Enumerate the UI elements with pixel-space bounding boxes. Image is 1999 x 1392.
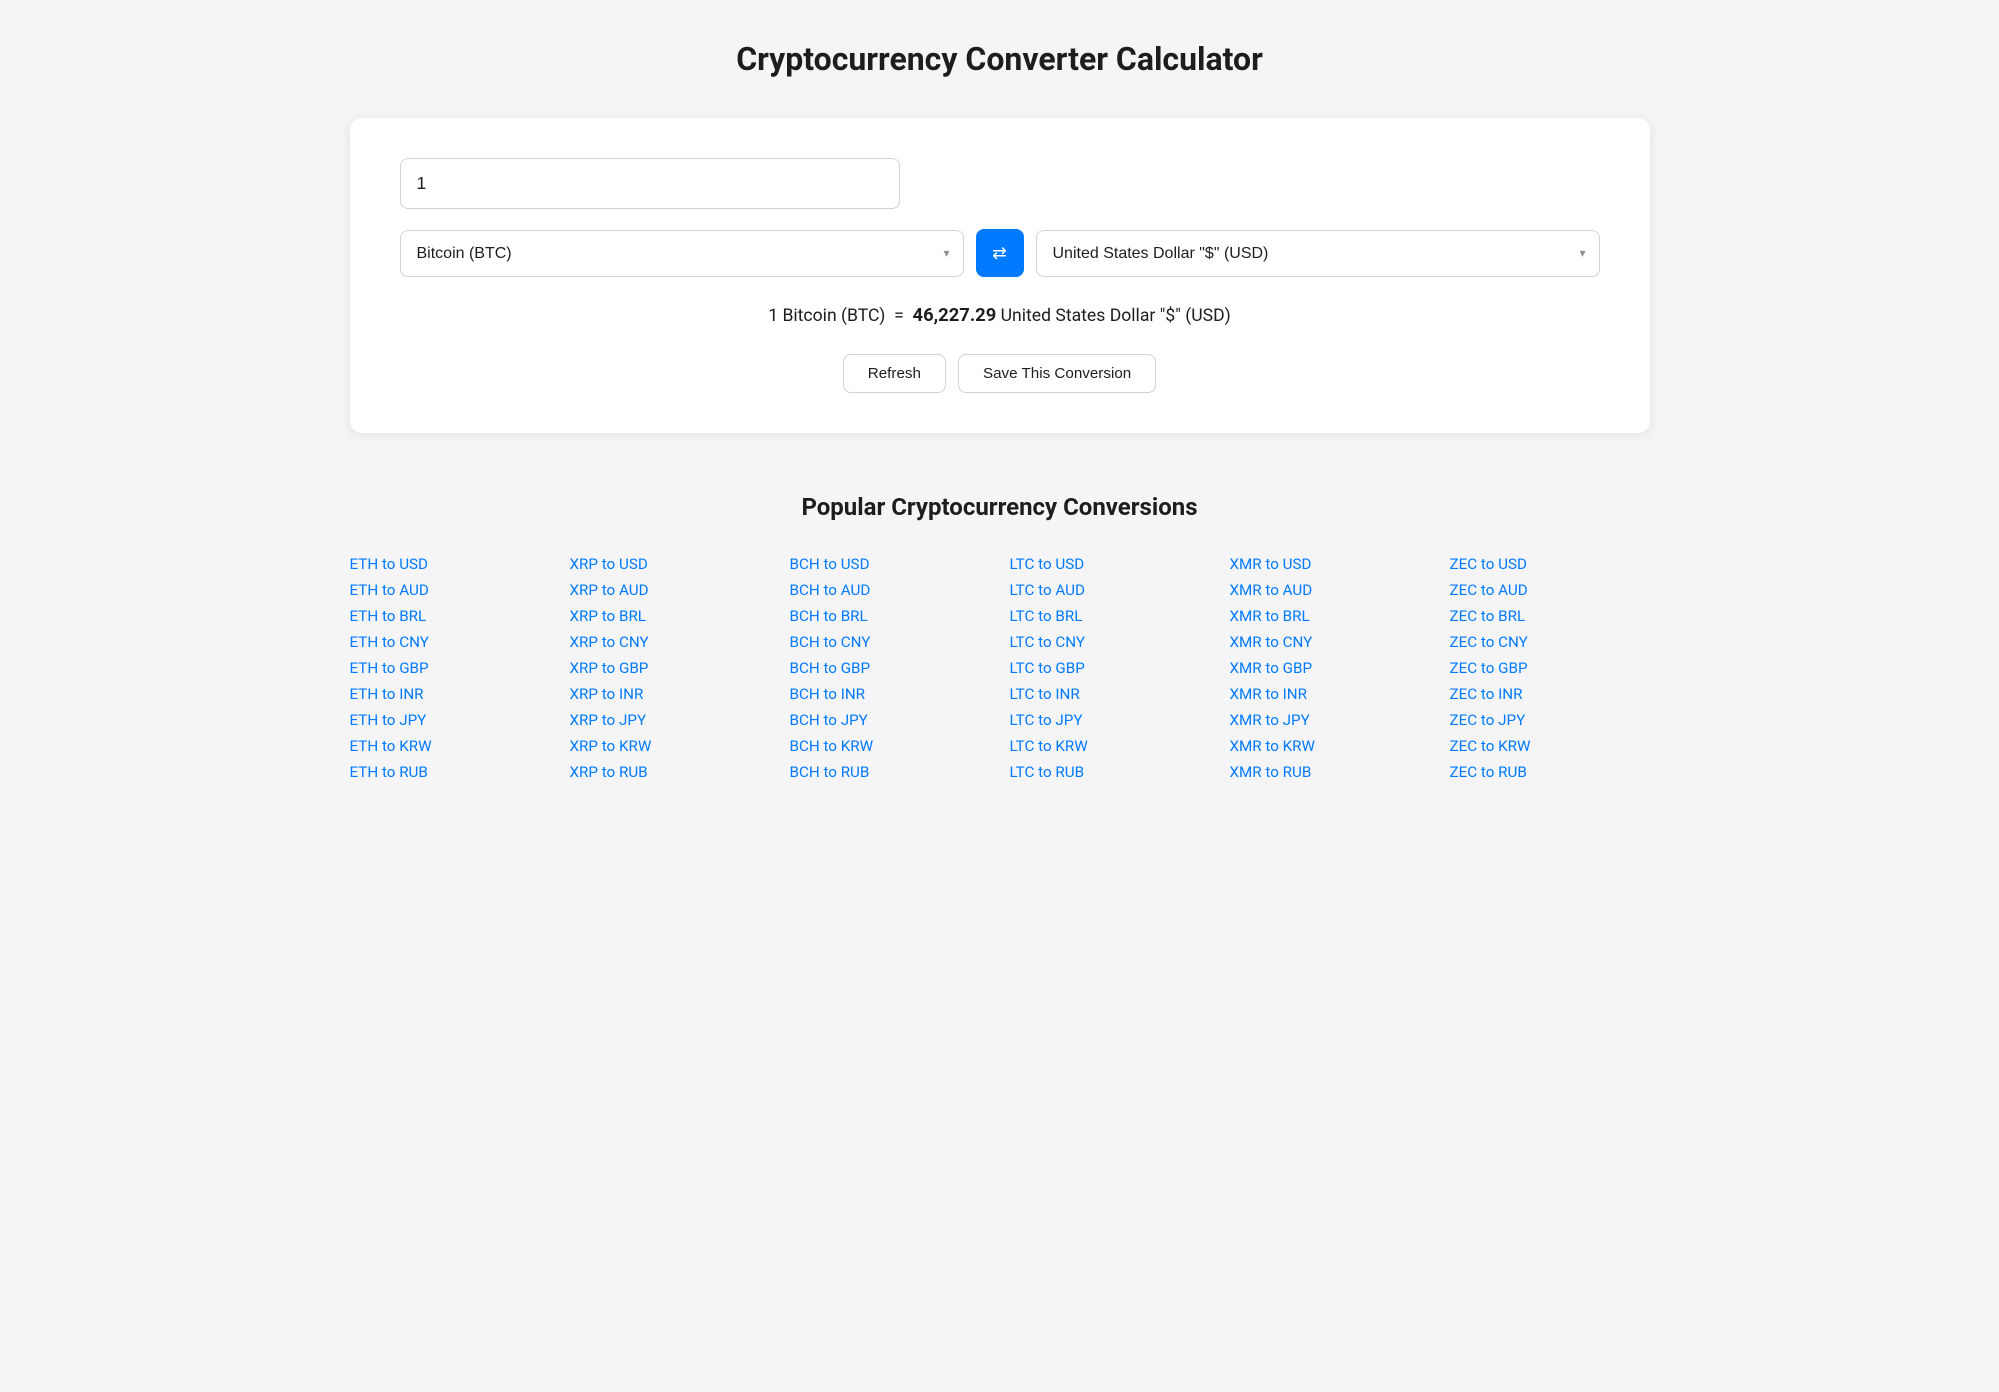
conversion-link[interactable]: XRP to AUD (570, 577, 770, 603)
conversion-link[interactable]: LTC to INR (1010, 681, 1210, 707)
actions-row: Refresh Save This Conversion (400, 354, 1600, 393)
conversion-link[interactable]: ETH to KRW (350, 733, 550, 759)
result-row: 1 Bitcoin (BTC) = 46,227.29 United State… (400, 305, 1600, 326)
conversion-link[interactable]: ETH to AUD (350, 577, 550, 603)
conversion-link[interactable]: LTC to BRL (1010, 603, 1210, 629)
conversion-link[interactable]: ETH to RUB (350, 759, 550, 785)
conversion-link[interactable]: ETH to JPY (350, 707, 550, 733)
conversion-link[interactable]: BCH to KRW (790, 733, 990, 759)
conversion-link[interactable]: XMR to CNY (1230, 629, 1430, 655)
conversion-link[interactable]: BCH to BRL (790, 603, 990, 629)
conversion-link[interactable]: XRP to GBP (570, 655, 770, 681)
conversion-link[interactable]: XMR to JPY (1230, 707, 1430, 733)
conversion-link[interactable]: BCH to GBP (790, 655, 990, 681)
conversion-link[interactable]: ETH to CNY (350, 629, 550, 655)
conversion-link[interactable]: XMR to USD (1230, 551, 1430, 577)
to-currency-wrapper: United States Dollar "$" (USD) ▾ (1036, 230, 1600, 277)
popular-title: Popular Cryptocurrency Conversions (350, 493, 1650, 521)
popular-section: Popular Cryptocurrency Conversions ETH t… (350, 493, 1650, 785)
swap-button[interactable]: ⇄ (976, 229, 1024, 277)
from-currency-select[interactable]: Bitcoin (BTC) (401, 231, 931, 276)
from-chevron-icon: ▾ (931, 246, 963, 260)
conversion-link[interactable]: ZEC to CNY (1450, 629, 1650, 655)
conversion-link[interactable]: XRP to RUB (570, 759, 770, 785)
conversion-link[interactable]: BCH to AUD (790, 577, 990, 603)
conversion-link[interactable]: ETH to INR (350, 681, 550, 707)
result-label: 1 Bitcoin (BTC) (768, 306, 885, 326)
conversion-link[interactable]: ZEC to BRL (1450, 603, 1650, 629)
result-currency: United States Dollar "$" (USD) (1001, 306, 1231, 326)
conversion-link[interactable]: XMR to AUD (1230, 577, 1430, 603)
selectors-row: Bitcoin (BTC) ▾ ⇄ United States Dollar "… (400, 229, 1600, 277)
conversion-link[interactable]: XRP to BRL (570, 603, 770, 629)
conversion-link[interactable]: LTC to GBP (1010, 655, 1210, 681)
conversion-column-3: LTC to USDLTC to AUDLTC to BRLLTC to CNY… (1010, 551, 1210, 785)
conversion-link[interactable]: LTC to CNY (1010, 629, 1210, 655)
conversion-link[interactable]: XMR to INR (1230, 681, 1430, 707)
conversion-link[interactable]: XRP to INR (570, 681, 770, 707)
conversion-link[interactable]: XRP to USD (570, 551, 770, 577)
conversion-link[interactable]: XMR to BRL (1230, 603, 1430, 629)
conversion-link[interactable]: ZEC to GBP (1450, 655, 1650, 681)
conversion-link[interactable]: XMR to KRW (1230, 733, 1430, 759)
conversion-link[interactable]: LTC to JPY (1010, 707, 1210, 733)
to-currency-select[interactable]: United States Dollar "$" (USD) (1037, 231, 1567, 276)
conversion-link[interactable]: XMR to RUB (1230, 759, 1430, 785)
conversion-link[interactable]: ZEC to JPY (1450, 707, 1650, 733)
conversion-link[interactable]: ZEC to USD (1450, 551, 1650, 577)
conversion-link[interactable]: ZEC to KRW (1450, 733, 1650, 759)
save-conversion-button[interactable]: Save This Conversion (958, 354, 1156, 393)
conversion-link[interactable]: ZEC to INR (1450, 681, 1650, 707)
conversion-link[interactable]: ETH to GBP (350, 655, 550, 681)
conversion-link[interactable]: ZEC to RUB (1450, 759, 1650, 785)
conversion-link[interactable]: LTC to KRW (1010, 733, 1210, 759)
page-title: Cryptocurrency Converter Calculator (350, 40, 1650, 78)
page-wrapper: Cryptocurrency Converter Calculator Bitc… (350, 40, 1650, 785)
conversion-column-5: ZEC to USDZEC to AUDZEC to BRLZEC to CNY… (1450, 551, 1650, 785)
conversion-link[interactable]: BCH to RUB (790, 759, 990, 785)
result-equals: = (890, 306, 913, 326)
conversion-column-1: XRP to USDXRP to AUDXRP to BRLXRP to CNY… (570, 551, 770, 785)
to-chevron-icon: ▾ (1567, 246, 1599, 260)
conversion-link[interactable]: LTC to RUB (1010, 759, 1210, 785)
conversion-link[interactable]: ZEC to AUD (1450, 577, 1650, 603)
conversion-link[interactable]: BCH to USD (790, 551, 990, 577)
refresh-button[interactable]: Refresh (843, 354, 946, 393)
conversion-link[interactable]: ETH to BRL (350, 603, 550, 629)
conversions-grid: ETH to USDETH to AUDETH to BRLETH to CNY… (350, 551, 1650, 785)
from-currency-wrapper: Bitcoin (BTC) ▾ (400, 230, 964, 277)
amount-input[interactable] (400, 158, 900, 209)
converter-card: Bitcoin (BTC) ▾ ⇄ United States Dollar "… (350, 118, 1650, 433)
result-amount: 46,227.29 (913, 305, 997, 326)
conversion-link[interactable]: BCH to JPY (790, 707, 990, 733)
conversion-link[interactable]: XRP to CNY (570, 629, 770, 655)
conversion-link[interactable]: LTC to USD (1010, 551, 1210, 577)
conversion-link[interactable]: XRP to JPY (570, 707, 770, 733)
conversion-link[interactable]: XRP to KRW (570, 733, 770, 759)
conversion-link[interactable]: LTC to AUD (1010, 577, 1210, 603)
conversion-link[interactable]: XMR to GBP (1230, 655, 1430, 681)
conversion-link[interactable]: BCH to CNY (790, 629, 990, 655)
conversion-link[interactable]: ETH to USD (350, 551, 550, 577)
conversion-column-4: XMR to USDXMR to AUDXMR to BRLXMR to CNY… (1230, 551, 1430, 785)
conversion-column-0: ETH to USDETH to AUDETH to BRLETH to CNY… (350, 551, 550, 785)
conversion-column-2: BCH to USDBCH to AUDBCH to BRLBCH to CNY… (790, 551, 990, 785)
swap-icon: ⇄ (992, 243, 1007, 264)
conversion-link[interactable]: BCH to INR (790, 681, 990, 707)
